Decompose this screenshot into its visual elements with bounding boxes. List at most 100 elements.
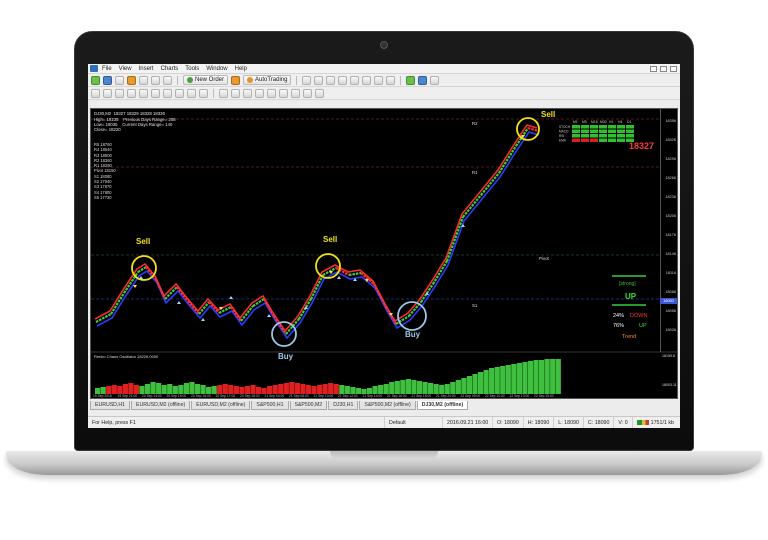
up-label: UP: [639, 323, 647, 329]
chart-tab[interactable]: S&P500,M2: [289, 401, 328, 410]
menu-window[interactable]: Window: [206, 66, 227, 72]
chart-tab[interactable]: EURUSD,M2 (offline): [191, 401, 251, 410]
autotrading-button[interactable]: AutoTrading: [243, 75, 292, 85]
menu-help[interactable]: Help: [235, 66, 247, 72]
r1-label: R1: [472, 170, 478, 175]
chart-tab[interactable]: DJ30,M2 (offline): [416, 401, 469, 410]
indicator-cell: [572, 125, 580, 129]
trendline-icon[interactable]: [139, 88, 148, 98]
period-h4-icon[interactable]: [279, 88, 288, 98]
fibonacci-icon[interactable]: [163, 88, 172, 98]
renko-segment: [373, 283, 387, 308]
metaeditor-icon[interactable]: [231, 75, 241, 85]
menu-charts[interactable]: Charts: [161, 66, 179, 72]
oscillator-bar: [300, 384, 306, 394]
indicator-cell: [581, 138, 589, 142]
chart-window[interactable]: M1 M5 M15 M30 H1 H4 D1 STOCH MACD RSI EMA 19 Sep 20…: [90, 108, 678, 399]
zoom-out-icon[interactable]: [350, 75, 360, 85]
price-tick-label: 18026: [665, 328, 676, 332]
indicator-cell: [590, 138, 598, 142]
cursor-icon[interactable]: [91, 88, 100, 98]
new-chart-icon[interactable]: [91, 75, 100, 85]
chart-tab[interactable]: DJ30,H1: [328, 401, 359, 410]
oscillator-bar: [477, 372, 484, 394]
up-percent: 76%: [613, 323, 625, 329]
horizontal-line-icon[interactable]: [127, 88, 136, 98]
zoom-in-icon[interactable]: [338, 75, 348, 85]
time-axis-label: 19 Sep 2016: [93, 394, 112, 398]
new-order-label: New Order: [195, 77, 225, 83]
oscillator-bar: [233, 386, 239, 394]
minimize-icon[interactable]: [650, 65, 657, 72]
oscillator-bar: [411, 380, 417, 394]
crosshair-icon[interactable]: [103, 88, 112, 98]
menu-view[interactable]: View: [119, 66, 132, 72]
line-chart-icon[interactable]: [326, 75, 336, 85]
period-m15-icon[interactable]: [243, 88, 252, 98]
indicator-row-label: MACD: [559, 130, 569, 134]
profiles-icon[interactable]: [103, 75, 112, 85]
restore-icon[interactable]: [660, 65, 667, 72]
candlestick-icon[interactable]: [314, 75, 324, 85]
bar-chart-icon[interactable]: [302, 75, 312, 85]
price-tick-label: 18236: [665, 195, 676, 199]
time-axis-label: 20 Sep 17:00: [216, 394, 236, 398]
menu-file[interactable]: File: [102, 66, 112, 72]
time-axis-label: 19 Sep 21:00: [118, 394, 138, 398]
current-price-tag: 18090: [660, 298, 677, 304]
market-watch-icon[interactable]: [115, 75, 124, 85]
period-mn-icon[interactable]: [315, 88, 324, 98]
period-m30-icon[interactable]: [255, 88, 264, 98]
strength-bar-bottom: [612, 304, 646, 306]
timeframe-label: M15: [591, 120, 598, 124]
status-traffic-text: 1751/1 kb: [650, 419, 674, 426]
chart-canvas[interactable]: M1 M5 M15 M30 H1 H4 D1 STOCHMACDRSIEMA 19 Sep 20…: [91, 109, 677, 398]
period-d1-icon[interactable]: [291, 88, 300, 98]
indicator-cell: [599, 129, 607, 133]
autotrading-label: AutoTrading: [255, 77, 288, 83]
new-order-button[interactable]: New Order: [183, 75, 229, 85]
vertical-line-icon[interactable]: [115, 88, 124, 98]
oscillator-axis-top: 18159.8: [662, 354, 675, 358]
arrows-icon[interactable]: [199, 88, 208, 98]
chart-tab[interactable]: EURUSD,H1: [90, 401, 130, 410]
period-w1-icon[interactable]: [303, 88, 312, 98]
autotrading-icon: [247, 77, 254, 83]
menu-insert[interactable]: Insert: [139, 66, 154, 72]
autoscroll-icon[interactable]: [374, 75, 384, 85]
app-icon: [90, 65, 98, 72]
chart-tab[interactable]: EURUSD,M2 (offline): [130, 401, 191, 410]
timeframe-label: H4: [618, 120, 622, 124]
chart-tab[interactable]: S&P500,H1: [251, 401, 289, 410]
trend-up-label: UP: [625, 292, 637, 301]
text-label-icon[interactable]: [187, 88, 196, 98]
templates-icon[interactable]: [430, 75, 440, 85]
indicators-icon[interactable]: [406, 75, 416, 85]
period-m5-icon[interactable]: [231, 88, 240, 98]
oscillator-bar: [183, 383, 189, 394]
data-window-icon[interactable]: [127, 75, 136, 85]
period-m1-icon[interactable]: [219, 88, 228, 98]
navigator-icon[interactable]: [139, 75, 148, 85]
time-axis-label: 21 Sep 06:00: [289, 394, 309, 398]
mt4-window: File View Insert Charts Tools Window Hel…: [88, 64, 680, 428]
terminal-icon[interactable]: [151, 75, 160, 85]
periods-icon[interactable]: [418, 75, 428, 85]
strategy-tester-icon[interactable]: [163, 75, 172, 85]
time-axis-label: 20 Sep 18:00: [240, 394, 260, 398]
status-profile[interactable]: Default: [384, 416, 442, 428]
buy-signal-label: Buy: [405, 330, 421, 339]
strength-box: [strong]: [619, 281, 636, 287]
tile-windows-icon[interactable]: [362, 75, 372, 85]
indicator-cell: [572, 138, 580, 142]
text-icon[interactable]: [175, 88, 184, 98]
menu-tools[interactable]: Tools: [185, 66, 199, 72]
close-icon[interactable]: [670, 65, 677, 72]
channel-icon[interactable]: [151, 88, 160, 98]
time-axis-label: 21 Sep 18:00: [412, 394, 432, 398]
period-h1-icon[interactable]: [267, 88, 276, 98]
chart-tab[interactable]: S&P500,M2 (offline): [359, 401, 416, 410]
oscillator-bar: [422, 382, 428, 394]
renko-segment: [123, 271, 139, 294]
chart-shift-icon[interactable]: [386, 75, 396, 85]
